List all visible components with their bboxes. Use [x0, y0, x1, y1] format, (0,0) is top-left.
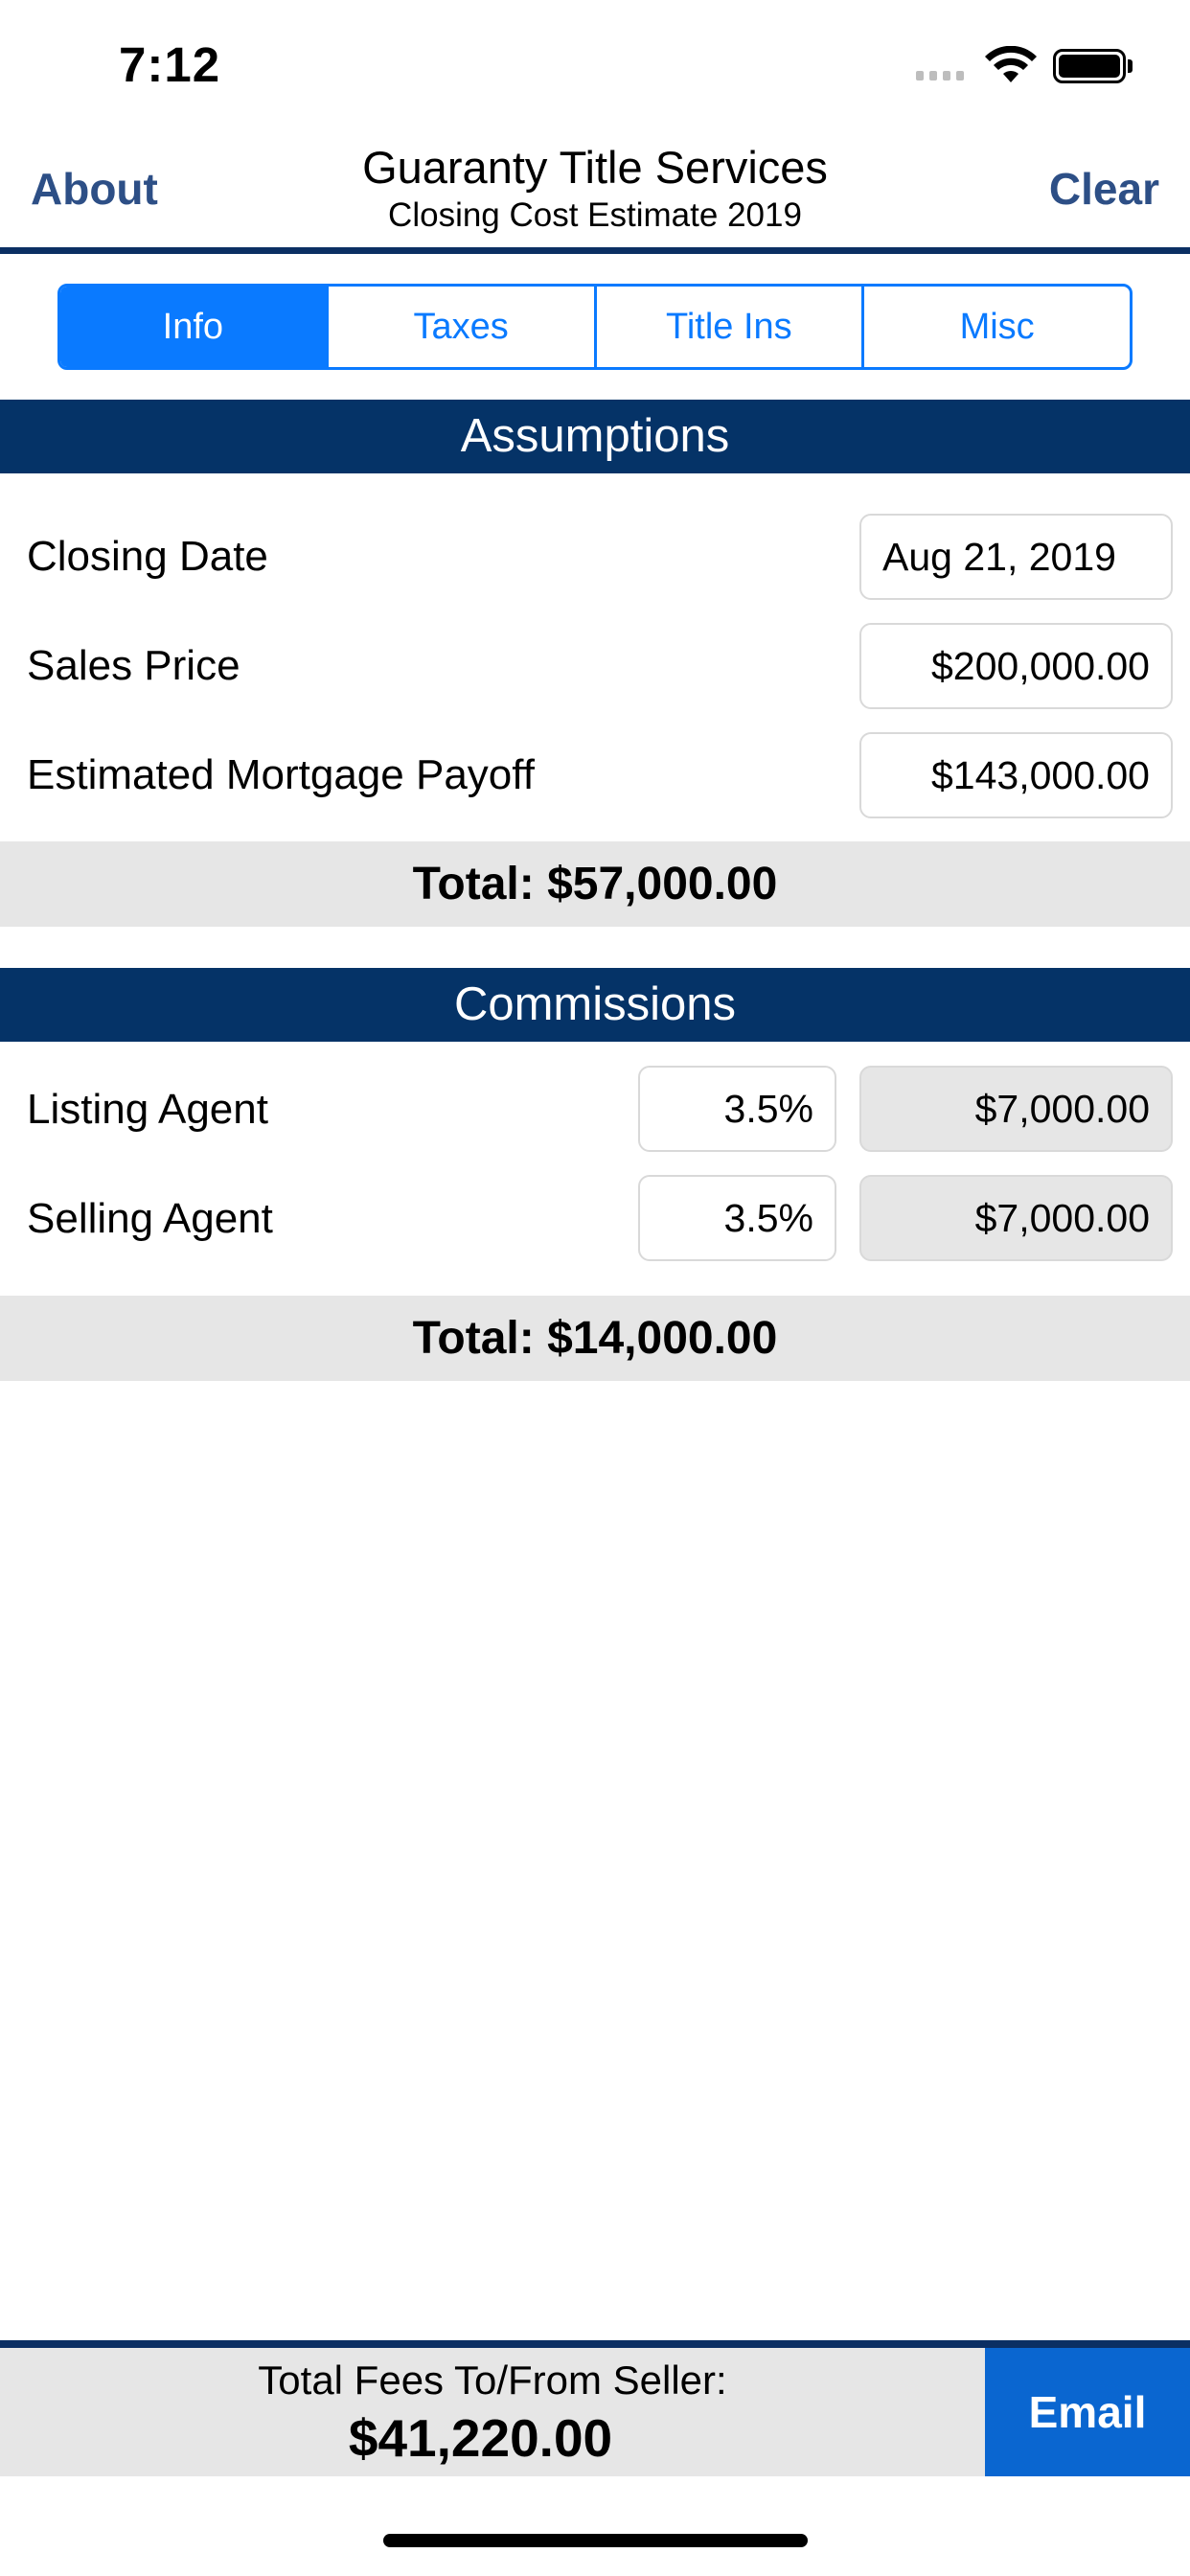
nav-bar: About Guaranty Title Services Closing Co…: [0, 129, 1190, 254]
selling-agent-amount: $7,000.00: [859, 1175, 1173, 1261]
selling-agent-label: Selling Agent: [27, 1195, 273, 1242]
listing-agent-label: Listing Agent: [27, 1086, 268, 1133]
bottom-divider: [0, 2340, 1190, 2348]
wifi-icon: [985, 46, 1037, 82]
tab-misc[interactable]: Misc: [864, 287, 1130, 367]
tab-title-ins[interactable]: Title Ins: [597, 287, 865, 367]
email-button[interactable]: Email: [985, 2348, 1190, 2476]
closing-date-label: Closing Date: [27, 533, 268, 580]
nav-title: Guaranty Title Services: [362, 142, 828, 193]
status-bar: 7:12: [0, 0, 1190, 129]
tab-segmented-control: Info Taxes Title Ins Misc: [57, 284, 1133, 370]
tab-info[interactable]: Info: [60, 287, 329, 367]
tab-taxes[interactable]: Taxes: [329, 287, 597, 367]
closing-date-field[interactable]: Aug 21, 2019: [859, 514, 1173, 600]
assumptions-header: Assumptions: [0, 400, 1190, 473]
battery-icon: [1053, 49, 1126, 83]
commissions-header: Commissions: [0, 968, 1190, 1042]
mortgage-payoff-field[interactable]: $143,000.00: [859, 732, 1173, 818]
sales-price-label: Sales Price: [27, 642, 240, 689]
mortgage-payoff-label: Estimated Mortgage Payoff: [27, 751, 535, 798]
selling-agent-percent-field[interactable]: 3.5%: [638, 1175, 836, 1261]
battery-cap: [1128, 59, 1133, 73]
listing-agent-amount: $7,000.00: [859, 1066, 1173, 1152]
seller-total-bar: Total Fees To/From Seller: $41,220.00 Em…: [0, 2348, 1190, 2476]
clear-button[interactable]: Clear: [1049, 163, 1159, 215]
status-time: 7:12: [119, 37, 221, 92]
home-indicator: [383, 2534, 808, 2547]
seller-total-value: $41,220.00: [348, 2408, 613, 2468]
listing-agent-percent-field[interactable]: 3.5%: [638, 1066, 836, 1152]
seller-total-label: Total Fees To/From Seller:: [258, 2358, 727, 2403]
nav-subtitle: Closing Cost Estimate 2019: [388, 196, 802, 234]
assumptions-total: Total: $57,000.00: [0, 841, 1190, 927]
commissions-total: Total: $14,000.00: [0, 1296, 1190, 1381]
sales-price-field[interactable]: $200,000.00: [859, 623, 1173, 709]
cellular-signal-icon: [916, 71, 964, 80]
